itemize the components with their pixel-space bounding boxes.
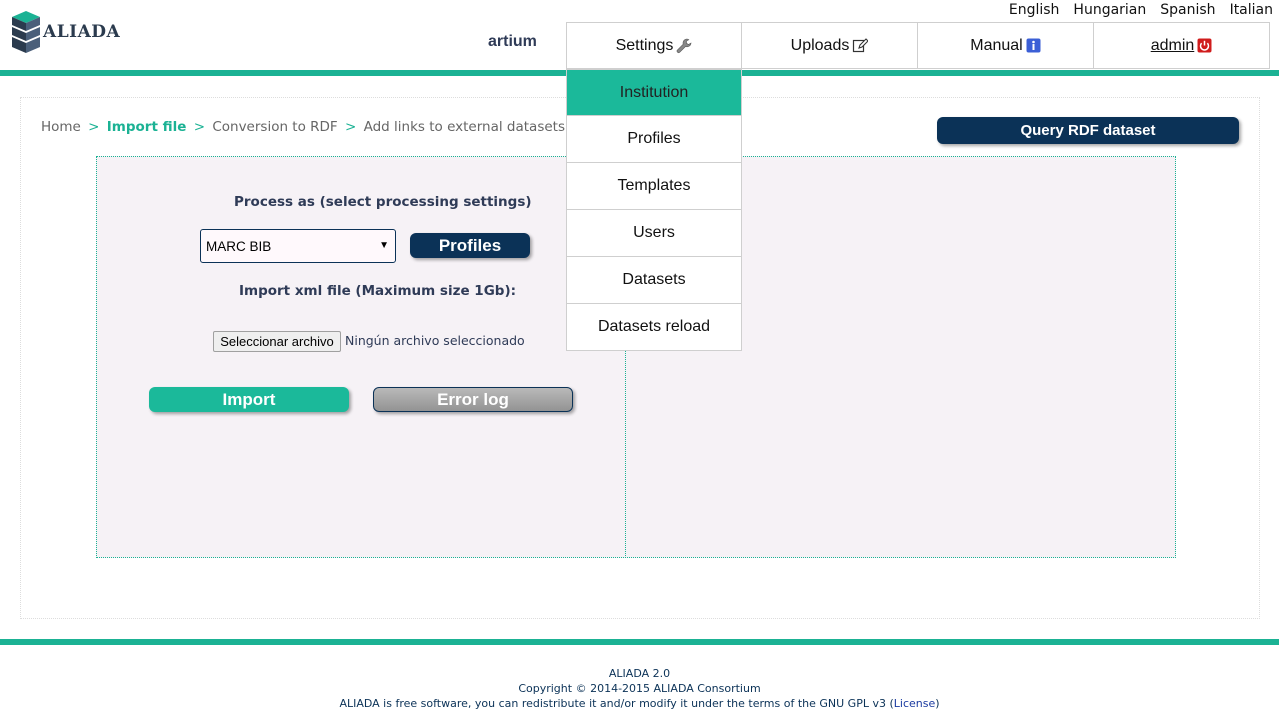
info-icon xyxy=(1026,38,1041,53)
nav-admin[interactable]: admin xyxy=(1094,22,1270,69)
current-user-name: artium xyxy=(488,33,537,50)
breadcrumb-home[interactable]: Home xyxy=(41,119,81,135)
footer-divider xyxy=(0,639,1279,645)
nav-uploads[interactable]: Uploads xyxy=(742,22,918,69)
menu-item-datasets[interactable]: Datasets xyxy=(566,257,742,304)
license-link[interactable]: License xyxy=(894,697,935,710)
nav-manual-label: Manual xyxy=(970,36,1023,54)
language-spanish[interactable]: Spanish xyxy=(1160,2,1215,18)
footer-license-text: ALIADA is free software, you can redistr… xyxy=(339,697,894,710)
breadcrumb-separator: > xyxy=(193,119,206,135)
breadcrumb-separator: > xyxy=(345,119,357,135)
process-as-label: Process as (select processing settings) xyxy=(234,194,532,210)
footer-version: ALIADA 2.0 xyxy=(608,667,671,680)
nav-admin-label: admin xyxy=(1150,36,1195,54)
logo-text: ALIADA xyxy=(43,22,121,42)
error-log-button[interactable]: Error log xyxy=(373,387,573,412)
power-icon[interactable] xyxy=(1197,38,1212,53)
wrench-icon xyxy=(676,38,692,54)
breadcrumb: Home > Import file > Conversion to RDF >… xyxy=(41,119,565,135)
query-rdf-dataset-button[interactable]: Query RDF dataset xyxy=(937,117,1239,144)
choose-file-button[interactable]: Seleccionar archivo xyxy=(213,331,341,352)
file-status-text: Ningún archivo seleccionado xyxy=(345,333,525,348)
menu-item-users[interactable]: Users xyxy=(566,210,742,257)
processing-settings-select[interactable]: MARC BIB ▼ xyxy=(200,229,396,263)
dropdown-arrow-icon: ▼ xyxy=(379,240,389,251)
nav-settings-label: Settings xyxy=(615,36,674,54)
breadcrumb-conversion[interactable]: Conversion to RDF xyxy=(212,119,337,135)
nav-uploads-label: Uploads xyxy=(790,36,850,54)
import-xml-label: Import xml file (Maximum size 1Gb): xyxy=(239,283,517,299)
nav-manual[interactable]: Manual xyxy=(918,22,1094,69)
footer-copyright: Copyright © 2014-2015 ALIADA Consortium xyxy=(518,682,761,695)
language-hungarian[interactable]: Hungarian xyxy=(1073,2,1146,18)
logo-icon xyxy=(12,11,40,53)
footer-license: ALIADA is free software, you can redistr… xyxy=(0,696,1279,711)
import-button[interactable]: Import xyxy=(149,387,349,412)
language-italian[interactable]: Italian xyxy=(1230,2,1273,18)
language-selector: English Hungarian Spanish Italian xyxy=(1009,2,1273,18)
menu-item-datasets-reload[interactable]: Datasets reload xyxy=(566,304,742,351)
language-english[interactable]: English xyxy=(1009,2,1060,18)
settings-dropdown: Institution Profiles Templates Users Dat… xyxy=(566,69,742,351)
nav-settings[interactable]: Settings xyxy=(566,22,742,69)
footer: ALIADA 2.0 Copyright © 2014-2015 ALIADA … xyxy=(0,666,1279,711)
processing-settings-value: MARC BIB xyxy=(206,238,272,254)
main-nav: Settings Uploads Manual admin xyxy=(566,22,1270,69)
aliada-logo[interactable]: ALIADA xyxy=(12,11,120,54)
menu-item-institution[interactable]: Institution xyxy=(566,69,742,116)
breadcrumb-separator: > xyxy=(88,119,100,135)
breadcrumb-import-file[interactable]: Import file xyxy=(107,119,187,135)
profiles-button[interactable]: Profiles xyxy=(410,233,530,258)
menu-item-templates[interactable]: Templates xyxy=(566,163,742,210)
breadcrumb-links[interactable]: Add links to external datasets xyxy=(364,119,565,135)
menu-item-profiles[interactable]: Profiles xyxy=(566,116,742,163)
footer-license-end: ) xyxy=(935,697,940,710)
edit-icon xyxy=(852,37,869,54)
